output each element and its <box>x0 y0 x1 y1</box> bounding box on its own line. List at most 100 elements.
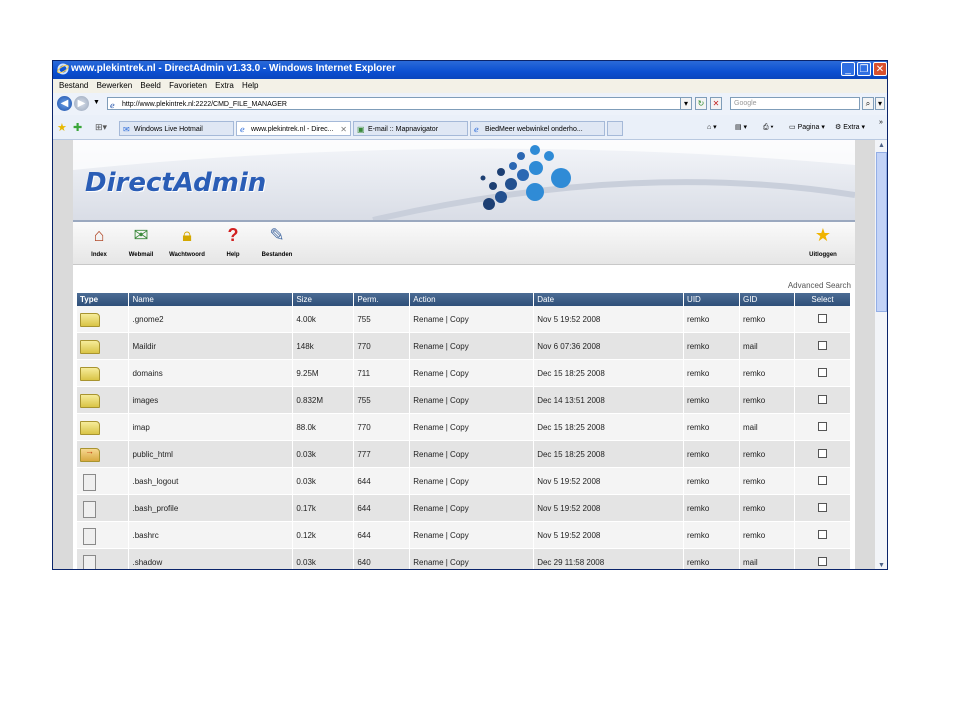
file-perm[interactable]: 755 <box>353 386 411 414</box>
file-name[interactable]: .shadow <box>128 548 294 569</box>
file-name[interactable]: .bash_profile <box>128 494 294 522</box>
select-checkbox[interactable] <box>817 529 827 539</box>
tab-biedmeer[interactable]: ℯ BiedMeer webwinkel onderho... <box>470 121 605 136</box>
menu-bestand[interactable]: Bestand <box>59 79 88 93</box>
folder-icon[interactable] <box>80 421 100 435</box>
back-button[interactable]: ◀ <box>57 96 72 111</box>
add-favorite-icon[interactable]: ✚ <box>73 121 82 134</box>
file-perm[interactable]: 711 <box>353 359 411 387</box>
minimize-button[interactable]: _ <box>841 62 855 76</box>
history-dropdown-icon[interactable]: ▼ <box>93 99 100 106</box>
tools-menu-button[interactable]: ⚙ Extra ▾ <box>835 122 865 134</box>
nav-webmail[interactable]: ✉ Webmail <box>119 225 163 258</box>
file-actions[interactable]: Rename | Copy <box>409 440 535 468</box>
close-button[interactable]: ✕ <box>873 62 887 76</box>
file-perm[interactable]: 755 <box>353 306 411 333</box>
quick-tabs-icon[interactable]: ⊞▾ <box>95 122 107 133</box>
tab-close-icon[interactable]: ✕ <box>340 122 347 135</box>
page-menu-button[interactable]: ▭ Pagina ▾ <box>789 122 825 134</box>
folder-link-icon[interactable] <box>80 446 100 462</box>
menu-extra[interactable]: Extra <box>215 79 234 93</box>
nav-index[interactable]: ⌂ Index <box>77 225 121 258</box>
select-checkbox[interactable] <box>817 367 827 377</box>
menu-help[interactable]: Help <box>242 79 258 93</box>
file-actions[interactable]: Rename | Copy <box>409 467 535 495</box>
file-perm[interactable]: 770 <box>353 332 411 360</box>
refresh-icon[interactable]: ↻ <box>695 97 707 110</box>
menu-bewerken[interactable]: Bewerken <box>97 79 133 93</box>
search-options-icon[interactable]: ▾ <box>875 97 885 110</box>
file-icon[interactable] <box>83 473 96 491</box>
select-checkbox[interactable] <box>817 313 827 323</box>
stop-icon[interactable]: ✕ <box>710 97 722 110</box>
nav-help[interactable]: ? Help <box>211 225 255 258</box>
vertical-scrollbar[interactable]: ▲ ▼ <box>875 140 887 569</box>
col-type[interactable]: Type <box>77 293 130 306</box>
select-checkbox[interactable] <box>817 502 827 512</box>
file-name[interactable]: .bashrc <box>128 521 294 549</box>
print-icon[interactable]: ⎙ ▾ <box>763 122 774 134</box>
file-perm[interactable]: 770 <box>353 413 411 441</box>
file-perm[interactable]: 644 <box>353 467 411 495</box>
select-checkbox[interactable] <box>817 421 827 431</box>
file-name[interactable]: domains <box>128 359 294 387</box>
file-actions[interactable]: Rename | Copy <box>409 332 535 360</box>
menu-beeld[interactable]: Beeld <box>140 79 160 93</box>
file-actions[interactable]: Rename | Copy <box>409 413 535 441</box>
file-perm[interactable]: 644 <box>353 494 411 522</box>
favorites-star-icon[interactable]: ★ <box>57 121 67 134</box>
file-actions[interactable]: Rename | Copy <box>409 494 535 522</box>
tab-directadmin[interactable]: ℯ www.plekintrek.nl - Direc... ✕ <box>236 121 351 136</box>
select-checkbox[interactable] <box>817 556 827 566</box>
menu-favorieten[interactable]: Favorieten <box>169 79 207 93</box>
col-name[interactable]: Name <box>128 293 294 306</box>
select-checkbox[interactable] <box>817 340 827 350</box>
col-uid[interactable]: UID <box>683 293 741 306</box>
file-name[interactable]: imap <box>128 413 294 441</box>
col-size[interactable]: Size <box>292 293 355 306</box>
file-actions[interactable]: Rename | Copy <box>409 521 535 549</box>
search-icon[interactable]: ⌕ <box>862 97 874 110</box>
file-name[interactable]: images <box>128 386 294 414</box>
col-perm[interactable]: Perm. <box>353 293 411 306</box>
select-checkbox[interactable] <box>817 448 827 458</box>
file-perm[interactable]: 640 <box>353 548 411 569</box>
file-name[interactable]: Maildir <box>128 332 294 360</box>
file-icon[interactable] <box>83 527 96 545</box>
file-name[interactable]: .bash_logout <box>128 467 294 495</box>
folder-icon[interactable] <box>80 340 100 354</box>
select-checkbox[interactable] <box>817 475 827 485</box>
home-icon[interactable]: ⌂ ▾ <box>707 122 717 134</box>
tab-hotmail[interactable]: ✉ Windows Live Hotmail <box>119 121 234 136</box>
address-dropdown-icon[interactable]: ▾ <box>680 97 692 110</box>
scroll-thumb[interactable] <box>876 152 887 312</box>
file-actions[interactable]: Rename | Copy <box>409 306 535 333</box>
forward-button[interactable]: ▶ <box>74 96 89 111</box>
file-actions[interactable]: Rename | Copy <box>409 386 535 414</box>
address-input[interactable]: ℯ http://www.plekintrek.nl:2222/CMD_FILE… <box>107 97 687 110</box>
file-name[interactable]: .gnome2 <box>128 306 294 333</box>
select-checkbox[interactable] <box>817 394 827 404</box>
nav-bestanden[interactable]: ✎ Bestanden <box>255 225 299 258</box>
search-input[interactable]: Google <box>730 97 860 110</box>
new-tab-button[interactable] <box>607 121 623 136</box>
file-actions[interactable]: Rename | Copy <box>409 548 535 569</box>
scroll-up-icon[interactable]: ▲ <box>876 140 887 151</box>
file-icon[interactable] <box>83 554 96 569</box>
feeds-icon[interactable]: ▤ ▾ <box>735 122 747 134</box>
scroll-down-icon[interactable]: ▼ <box>876 560 887 569</box>
folder-icon[interactable] <box>80 313 100 327</box>
file-icon[interactable] <box>83 500 96 518</box>
file-perm[interactable]: 777 <box>353 440 411 468</box>
col-gid[interactable]: GID <box>739 293 795 306</box>
nav-uitloggen[interactable]: ★ Uitloggen <box>801 225 845 258</box>
chevron-more-icon[interactable]: » <box>879 117 883 129</box>
file-actions[interactable]: Rename | Copy <box>409 359 535 387</box>
nav-wachtwoord[interactable]: 🔒︎ Wachtwoord <box>165 225 209 258</box>
col-date[interactable]: Date <box>533 293 685 306</box>
file-name[interactable]: public_html <box>128 440 294 468</box>
folder-icon[interactable] <box>80 394 100 408</box>
folder-icon[interactable] <box>80 367 100 381</box>
advanced-search-link[interactable]: Advanced Search <box>788 281 851 290</box>
tab-mapnavigator[interactable]: ▣ E-mail :: Mapnavigator <box>353 121 468 136</box>
